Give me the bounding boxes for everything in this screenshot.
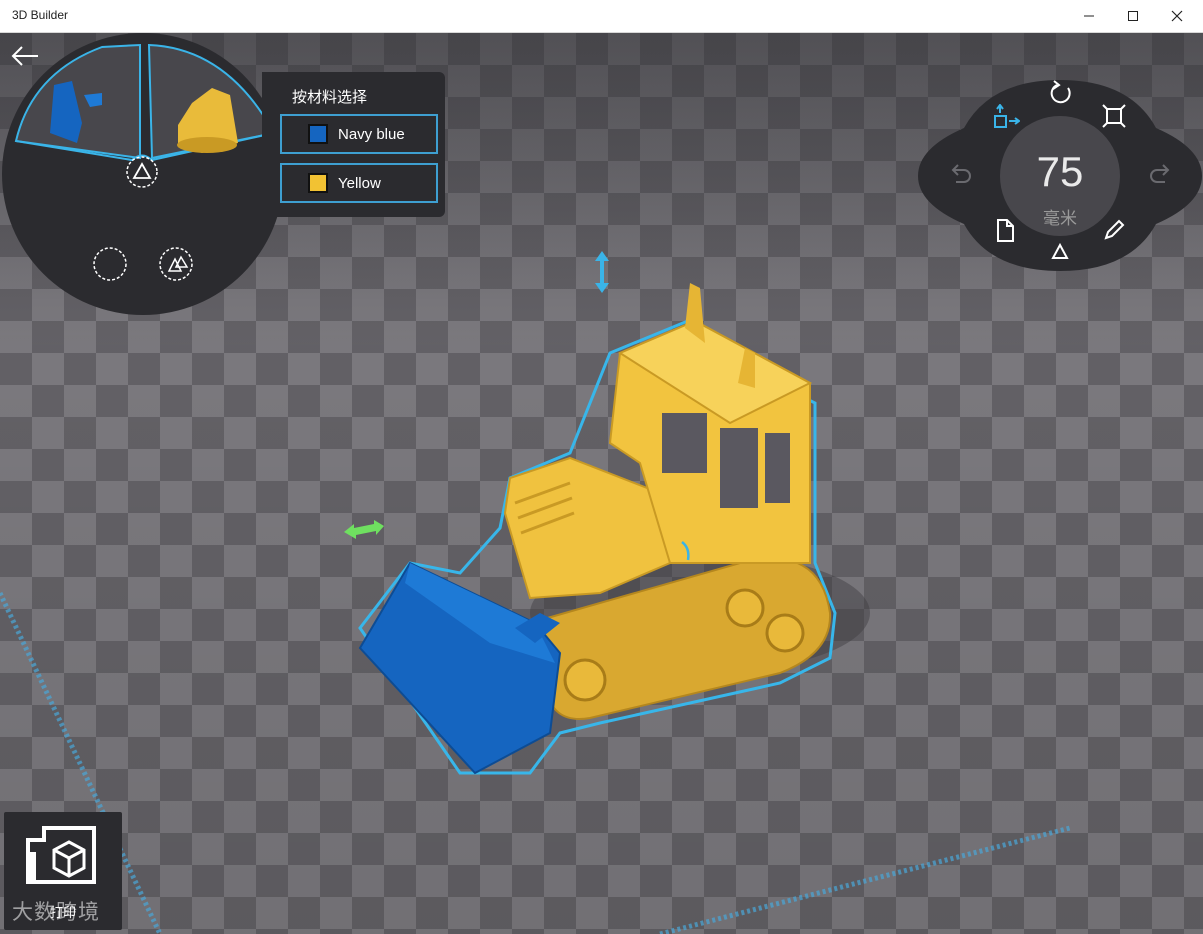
window-title: 3D Builder bbox=[12, 8, 69, 22]
horizontal-move-handle[interactable] bbox=[342, 518, 386, 540]
scale-icon[interactable] bbox=[1102, 104, 1126, 128]
undo-icon[interactable] bbox=[948, 162, 972, 186]
document-icon[interactable] bbox=[994, 218, 1016, 244]
move-icon[interactable] bbox=[992, 104, 1020, 130]
print-3d-icon bbox=[26, 826, 96, 884]
triangle-icon[interactable] bbox=[1050, 242, 1070, 262]
back-arrow-icon[interactable] bbox=[10, 44, 40, 68]
maximize-icon bbox=[1128, 11, 1138, 21]
transform-dial: 75 毫米 bbox=[918, 78, 1202, 273]
material-panel: 按材料选择 Navy blue Yellow bbox=[262, 72, 445, 217]
redo-icon[interactable] bbox=[1149, 162, 1173, 186]
material-label: Navy blue bbox=[338, 125, 405, 143]
close-button[interactable] bbox=[1155, 0, 1199, 32]
material-navy-blue[interactable]: Navy blue bbox=[280, 114, 438, 154]
vertical-move-handle[interactable] bbox=[592, 249, 612, 295]
rotate-icon[interactable] bbox=[1048, 80, 1074, 106]
material-label: Yellow bbox=[338, 174, 381, 192]
material-panel-header: 按材料选择 bbox=[292, 88, 368, 106]
rotate-handle[interactable] bbox=[676, 538, 698, 564]
select-objects-icon[interactable] bbox=[157, 245, 195, 283]
title-bar: 3D Builder bbox=[0, 0, 1203, 33]
pencil-icon[interactable] bbox=[1102, 218, 1126, 242]
maximize-button[interactable] bbox=[1111, 0, 1155, 32]
yellow-swatch bbox=[308, 173, 328, 193]
dial-value[interactable]: 75 bbox=[1000, 148, 1120, 196]
bulldozer-model[interactable] bbox=[340, 263, 860, 793]
navy-blue-swatch bbox=[308, 124, 328, 144]
watermark: 大数跨境 bbox=[12, 900, 100, 924]
minimize-icon bbox=[1084, 15, 1094, 17]
select-all-icon[interactable] bbox=[125, 155, 159, 189]
minimize-button[interactable] bbox=[1067, 0, 1111, 32]
deselect-icon[interactable] bbox=[92, 246, 128, 282]
material-yellow[interactable]: Yellow bbox=[280, 163, 438, 203]
close-icon bbox=[1171, 10, 1183, 22]
